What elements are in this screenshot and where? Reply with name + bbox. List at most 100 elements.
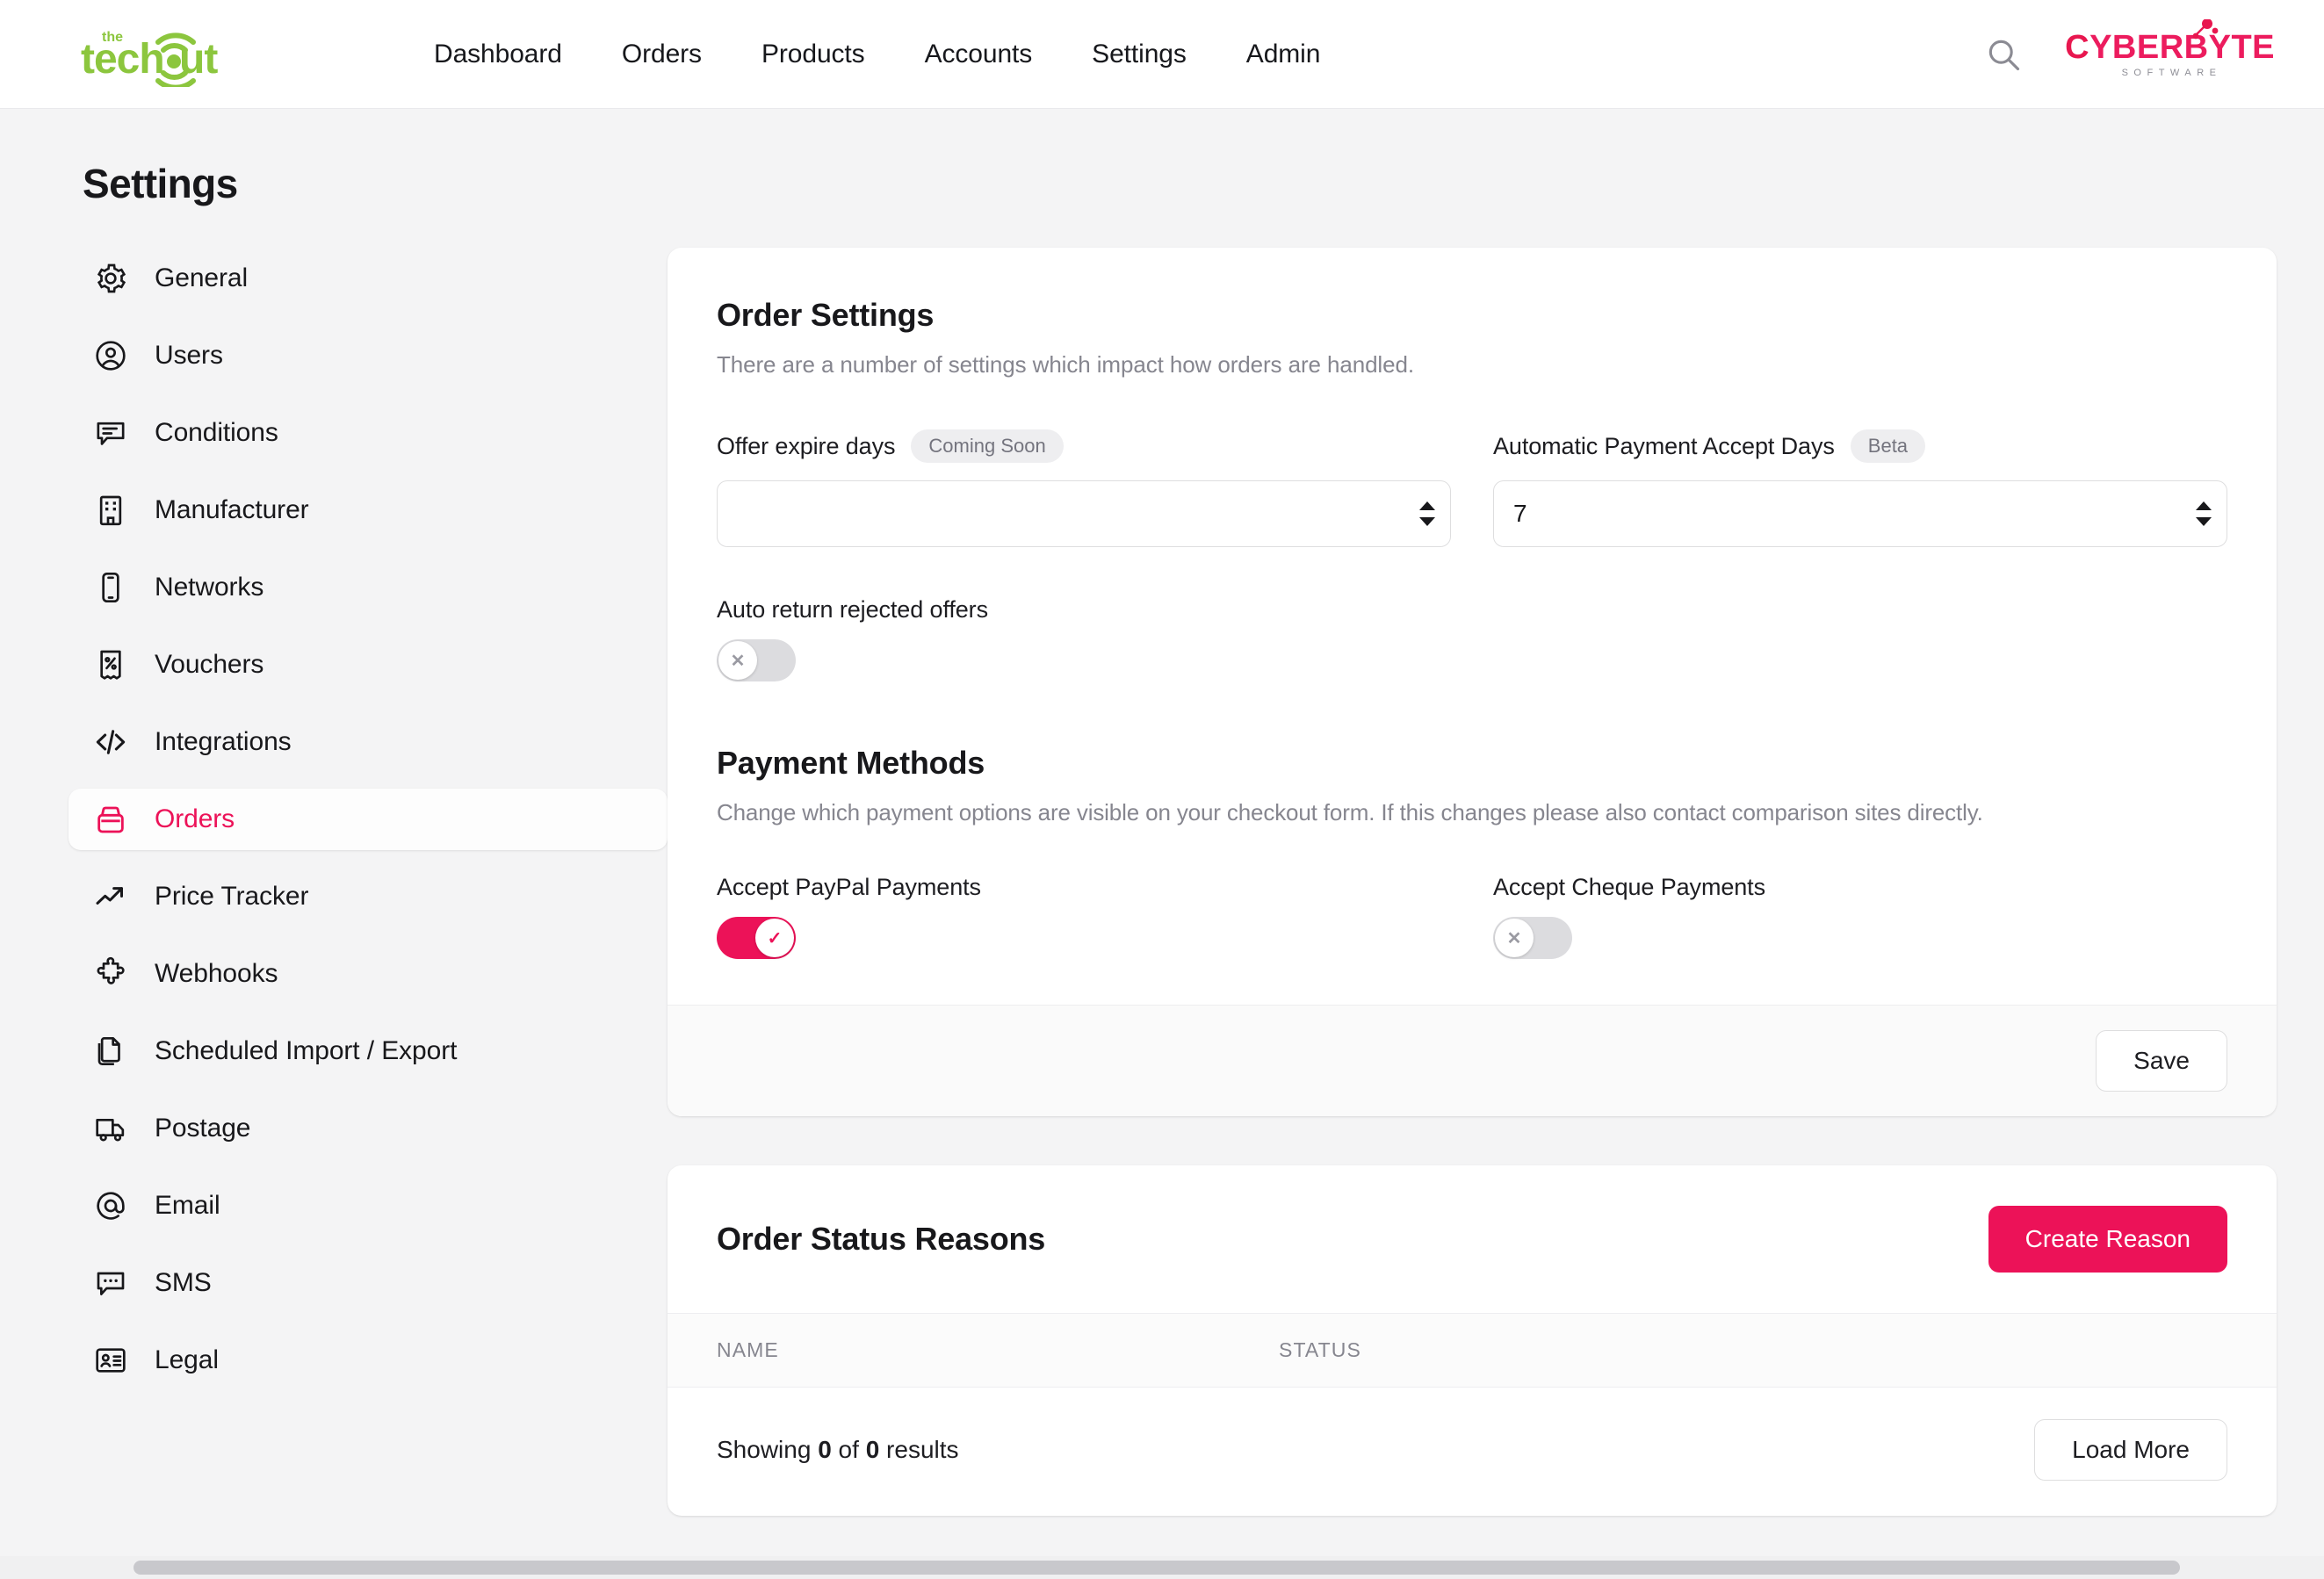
accept-paypal-payments-label: Accept PayPal Payments [717,874,1451,901]
order-settings-body: Order Settings There are a number of set… [668,248,2277,1005]
code-icon [93,725,128,760]
search-button[interactable] [1984,35,2023,74]
order-status-reasons-footer: Showing 0 of 0 results Load More [668,1388,2277,1516]
offer-expire-days-input[interactable] [717,480,1451,547]
sidebar-item-users[interactable]: Users [69,325,668,386]
sidebar-item-price-tracker[interactable]: Price Tracker [69,866,668,927]
truck-icon [93,1111,128,1146]
load-more-button[interactable]: Load More [2034,1419,2227,1481]
nav-right-group: CYBERBYTE SOFTWARE [1984,31,2275,78]
puzzle-icon [93,956,128,991]
page-title: Settings [0,109,2324,207]
sidebar-item-label: Integrations [155,727,292,757]
automatic-payment-accept-days-label-row: Automatic Payment Accept Days Beta [1493,429,2227,463]
create-reason-button[interactable]: Create Reason [1988,1206,2227,1273]
sidebar-item-label: Orders [155,804,235,834]
automatic-payment-accept-days-label: Automatic Payment Accept Days [1493,433,1835,460]
sidebar-item-label: Postage [155,1114,250,1143]
sidebar-item-integrations[interactable]: Integrations [69,711,668,773]
sidebar-item-label: Networks [155,573,263,602]
top-navigation-bar: the tech ut Dashboard Orders Products Ac… [0,0,2324,109]
cyberbyte-wordmark: CYBERBYTE [2065,31,2275,64]
auto-return-rejected-offers-toggle[interactable]: ✕ [717,639,796,681]
sidebar-item-legal[interactable]: Legal [69,1330,668,1391]
sidebar-item-label: Vouchers [155,650,263,680]
sidebar-item-label: Webhooks [155,959,278,989]
order-settings-card: Order Settings There are a number of set… [668,248,2277,1116]
nav-link-settings[interactable]: Settings [1062,31,1216,78]
sidebar-item-label: Legal [155,1345,219,1375]
comment-icon [93,415,128,451]
results-count-text: Showing 0 of 0 results [717,1436,959,1464]
order-settings-fields-row: Offer expire days Coming Soon [717,429,2227,547]
voucher-icon [93,647,128,682]
settings-main-pane: Order Settings There are a number of set… [668,248,2277,1516]
accept-cheque-payments-label: Accept Cheque Payments [1493,874,2227,901]
sidebar-item-sms[interactable]: SMS [69,1252,668,1314]
beta-badge: Beta [1851,429,1925,463]
sidebar-item-general[interactable]: General [69,248,668,309]
id-card-icon [93,1343,128,1378]
order-status-reasons-header: Order Status Reasons Create Reason [668,1165,2277,1313]
box-icon [93,802,128,837]
svg-text:tech: tech [81,36,164,83]
automatic-payment-accept-days-stepper[interactable] [2192,494,2215,534]
nav-link-orders[interactable]: Orders [592,31,732,78]
techout-logo-icon: the tech ut [81,22,256,87]
page-content: Settings General Users [0,109,2324,1579]
sidebar-item-webhooks[interactable]: Webhooks [69,943,668,1005]
sidebar-item-label: Scheduled Import / Export [155,1036,457,1066]
sidebar-item-vouchers[interactable]: Vouchers [69,634,668,696]
coming-soon-badge: Coming Soon [911,429,1063,463]
cyberbyte-molecule-icon [2189,19,2219,42]
offer-expire-days-stepper[interactable] [1416,494,1439,534]
nav-link-products[interactable]: Products [732,31,895,78]
auto-return-rejected-offers-label: Auto return rejected offers [717,596,2227,624]
accept-cheque-payments-block: Accept Cheque Payments ✕ [1493,874,2227,959]
sidebar-item-scheduled-import-export[interactable]: Scheduled Import / Export [69,1020,668,1082]
offer-expire-days-field: Offer expire days Coming Soon [717,429,1451,547]
toggle-knob-x-icon: ✕ [718,641,757,680]
sidebar-item-label: SMS [155,1268,212,1298]
sidebar-item-postage[interactable]: Postage [69,1098,668,1159]
sidebar-item-label: Email [155,1191,220,1221]
order-settings-subtitle: There are a number of settings which imp… [717,351,2227,379]
horizontal-scrollbar-thumb[interactable] [134,1561,2180,1575]
accept-paypal-payments-toggle[interactable]: ✓ [717,917,796,959]
chat-dots-icon [93,1265,128,1301]
settings-sidebar: General Users Conditions [0,248,668,1516]
automatic-payment-accept-days-input-wrap [1493,480,2227,547]
sidebar-item-conditions[interactable]: Conditions [69,402,668,464]
column-header-status: STATUS [1279,1338,1361,1362]
sidebar-item-label: Manufacturer [155,495,309,525]
gear-icon [93,261,128,296]
horizontal-scrollbar[interactable] [0,1556,2324,1579]
nav-link-admin[interactable]: Admin [1216,31,1351,78]
order-settings-footer: Save [668,1005,2277,1116]
nav-link-accounts[interactable]: Accounts [895,31,1063,78]
auto-return-rejected-offers-block: Auto return rejected offers ✕ [717,596,2227,681]
sidebar-item-email[interactable]: Email [69,1175,668,1237]
sidebar-item-label: General [155,263,248,293]
techout-logo[interactable]: the tech ut [81,22,300,87]
sidebar-item-networks[interactable]: Networks [69,557,668,618]
offer-expire-days-label: Offer expire days [717,433,895,460]
save-button[interactable]: Save [2096,1030,2227,1092]
order-status-reasons-title: Order Status Reasons [717,1221,1045,1258]
accept-cheque-payments-toggle[interactable]: ✕ [1493,917,1572,959]
sidebar-item-orders[interactable]: Orders [69,789,668,850]
showing-prefix: Showing [717,1436,818,1463]
automatic-payment-accept-days-input[interactable] [1493,480,2227,547]
nav-link-dashboard[interactable]: Dashboard [404,31,592,78]
content-columns: General Users Conditions [0,207,2324,1516]
app-root: the tech ut Dashboard Orders Products Ac… [0,0,2324,1579]
toggle-knob-check-icon: ✓ [755,919,794,957]
sidebar-item-manufacturer[interactable]: Manufacturer [69,479,668,541]
order-settings-title: Order Settings [717,297,2227,334]
automatic-payment-accept-days-field: Automatic Payment Accept Days Beta [1493,429,2227,547]
cyberbyte-logo[interactable]: CYBERBYTE SOFTWARE [2065,31,2275,78]
order-status-reasons-card: Order Status Reasons Create Reason NAME … [668,1165,2277,1516]
user-circle-icon [93,338,128,373]
showing-count: 0 [818,1436,832,1463]
accept-paypal-payments-block: Accept PayPal Payments ✓ [717,874,1451,959]
